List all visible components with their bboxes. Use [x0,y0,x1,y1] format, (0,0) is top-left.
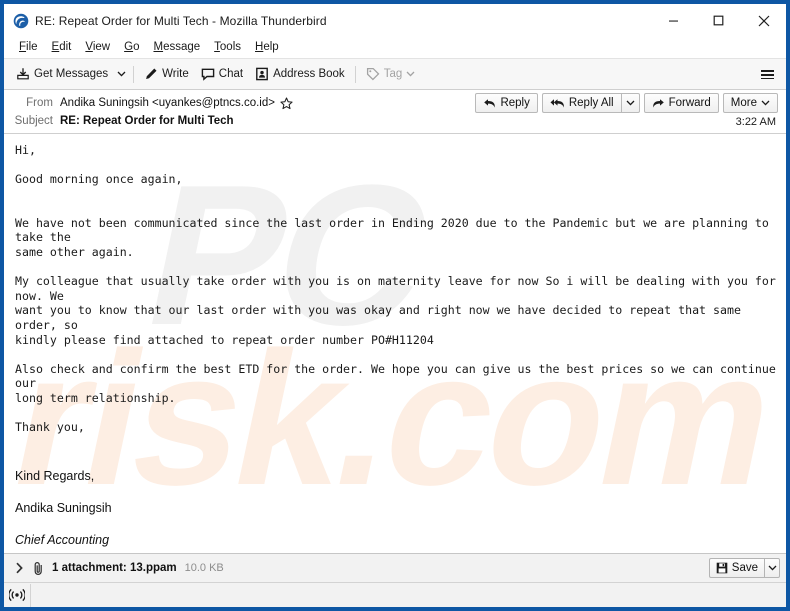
chat-label: Chat [218,68,244,80]
subject-value: RE: Repeat Order for Multi Tech [60,115,234,127]
signature-name: Andika Suningsih [15,500,112,515]
attachment-size: 10.0 KB [184,562,224,574]
pencil-icon [144,67,158,81]
thunderbird-message-window: RE: Repeat Order for Multi Tech - Mozill… [0,0,790,611]
body-paragraph-3: Also check and confirm the best ETD for … [15,361,776,405]
from-value[interactable]: Andika Suningsih <uyankes@ptncs.co.id> [60,97,275,109]
address-book-icon [255,67,269,81]
body-salutation: Good morning once again, [15,172,183,187]
signature-block: Kind Regards, Andika Suningsih Chief Acc… [15,468,776,553]
attachment-expand-twisty[interactable] [12,561,26,575]
main-toolbar: Get Messages Write Chat Address Book Tag [4,59,786,90]
forward-arrow-icon [652,98,664,108]
app-menu-button[interactable] [754,63,780,85]
attachment-bar: 1 attachment: 13.ppam 10.0 KB Save [4,553,786,582]
paperclip-icon [34,561,42,575]
signature-regards: Kind Regards, [15,468,95,483]
floppy-disk-icon [716,562,728,574]
forward-button[interactable]: Forward [643,93,719,113]
chevron-down-icon [406,71,415,77]
window-controls [651,4,786,37]
chevron-down-icon [768,565,776,571]
close-button[interactable] [741,4,786,37]
hamburger-menu-icon [760,69,774,79]
message-header: From Andika Suningsih <uyankes@ptncs.co.… [4,90,786,134]
tag-button[interactable]: Tag [360,63,422,85]
body-paragraph-2: My colleague that usually take order wit… [15,274,776,347]
broadcast-online-icon [9,588,25,602]
chevron-down-icon [626,100,635,106]
more-label: More [730,97,757,109]
chevron-down-icon [761,100,770,106]
star-outline-icon[interactable] [280,97,293,110]
reply-all-arrow-icon [550,98,564,108]
more-button[interactable]: More [722,93,778,113]
menu-tools[interactable]: Tools [207,39,248,56]
menu-view[interactable]: View [78,39,117,56]
reply-all-button[interactable]: Reply All [541,93,621,113]
chat-button[interactable]: Chat [195,63,249,85]
status-message-area [31,584,786,607]
speech-bubble-icon [201,67,215,81]
maximize-button[interactable] [696,4,741,37]
toolbar-separator [133,65,135,83]
get-messages-button[interactable]: Get Messages [10,63,114,85]
minimize-button[interactable] [651,4,696,37]
tag-icon [366,67,380,81]
body-paragraph-1: We have not been communicated since the … [15,215,769,259]
attachment-summary[interactable]: 1 attachment: 13.ppam [52,562,177,574]
menu-message[interactable]: Message [146,39,207,56]
menu-edit[interactable]: Edit [45,39,79,56]
get-messages-dropdown[interactable] [114,63,129,85]
write-button[interactable]: Write [138,63,195,85]
subject-label: Subject [14,115,53,127]
write-label: Write [162,68,189,80]
menu-go[interactable]: Go [117,39,146,56]
message-text: Hi, Good morning once again, We have not… [4,134,786,553]
address-book-button[interactable]: Address Book [249,63,351,85]
reply-all-label: Reply All [568,97,614,109]
save-attachment-dropdown[interactable] [764,558,780,578]
status-bar [4,582,786,607]
from-label: From [26,97,53,109]
signature-title: Chief Accounting [15,532,110,547]
window-title: RE: Repeat Order for Multi Tech - Mozill… [35,13,327,28]
message-body-pane[interactable]: PC risk.com Hi, Good morning once again,… [4,134,786,553]
get-messages-label: Get Messages [34,68,109,80]
forward-label: Forward [668,97,711,109]
from-value-wrap: Andika Suningsih <uyankes@ptncs.co.id> [60,97,293,110]
reply-all-dropdown[interactable] [620,93,640,113]
body-thanks: Thank you, [15,420,85,435]
menu-file[interactable]: FFileile [12,39,45,56]
reply-button[interactable]: Reply [475,93,538,113]
chevron-right-icon [15,562,23,574]
thunderbird-icon [13,13,29,29]
message-actions: Reply Reply All Forward More 3:22 AM [471,93,778,128]
title-bar: RE: Repeat Order for Multi Tech - Mozill… [4,4,786,37]
download-inbox-icon [16,67,30,81]
online-status-cell[interactable] [4,583,31,607]
message-time: 3:22 AM [735,116,776,128]
reply-label: Reply [500,97,530,109]
tag-label: Tag [383,68,403,80]
address-book-label: Address Book [273,68,345,80]
reply-button-group: Reply Reply All Forward More [471,93,778,113]
chevron-down-icon [117,71,126,77]
menu-help[interactable]: Help [248,39,286,56]
body-greeting: Hi, [15,143,36,157]
reply-arrow-icon [484,98,496,108]
menu-bar: FFileile Edit View Go Message Tools Help [4,37,786,59]
save-label: Save [731,562,758,574]
toolbar-separator-2 [354,65,356,83]
save-attachment-button[interactable]: Save [708,558,764,578]
